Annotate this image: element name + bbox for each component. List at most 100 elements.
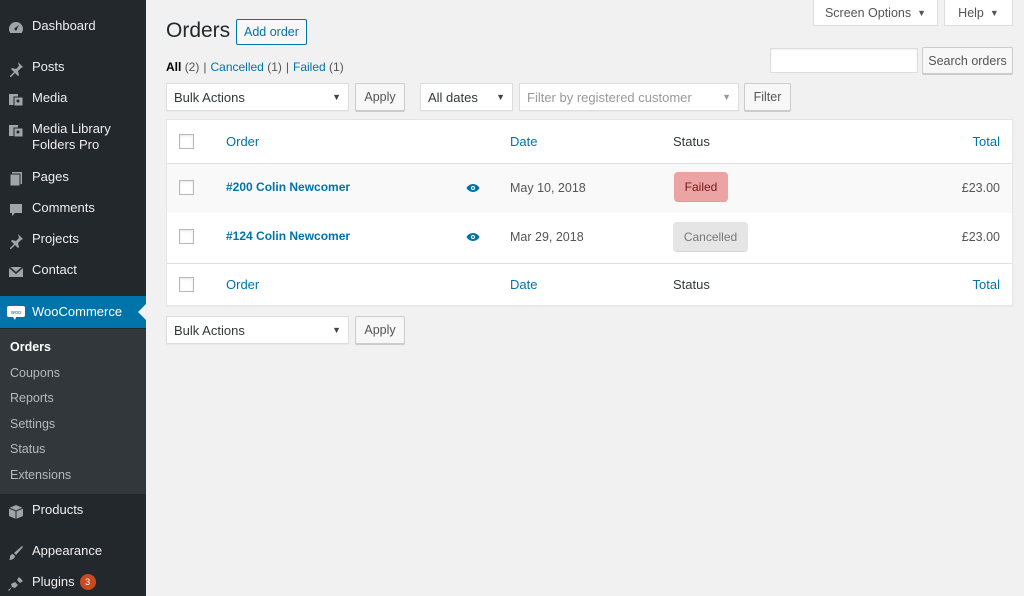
order-total: £23.00 — [961, 181, 1000, 195]
submenu-item-orders[interactable]: Orders — [10, 340, 51, 354]
view-all[interactable]: All (2) — [166, 60, 199, 74]
media-icon — [7, 91, 25, 109]
sidebar-item-pages[interactable]: Pages — [0, 169, 146, 188]
submenu-item-extensions[interactable]: Extensions — [10, 468, 71, 482]
admin-sidebar: Dashboard Posts Media Media Library Fold… — [0, 0, 146, 596]
caret-down-icon: ▼ — [722, 92, 731, 102]
apply-button[interactable]: Apply — [355, 83, 405, 111]
row-checkbox[interactable] — [179, 180, 194, 195]
table-footer: Order Date Status Total — [167, 263, 1012, 305]
status-views: All (2) | Cancelled (1) | Failed (1) — [166, 60, 344, 74]
sidebar-item-label: WooCommerce — [32, 304, 123, 319]
select-value: All dates — [428, 89, 478, 105]
sidebar-item-label: Media — [32, 90, 68, 105]
sidebar-item-label: Contact — [32, 262, 77, 277]
column-total[interactable]: Total — [973, 277, 1000, 292]
preview-eye-icon[interactable] — [466, 232, 480, 242]
column-total[interactable]: Total — [973, 134, 1000, 149]
apply-button-bottom[interactable]: Apply — [355, 316, 405, 344]
view-failed[interactable]: Failed (1) — [293, 60, 344, 74]
bulk-actions-select-bottom[interactable]: Bulk Actions ▼ — [166, 316, 349, 344]
update-count-badge: 3 — [79, 574, 96, 590]
sidebar-item-label: Dashboard — [32, 18, 96, 33]
select-all-checkbox[interactable] — [179, 134, 194, 149]
comments-icon — [7, 201, 25, 219]
caret-down-icon: ▼ — [332, 325, 341, 335]
order-link[interactable]: #200 Colin Newcomer — [226, 180, 350, 194]
caret-down-icon: ▼ — [496, 92, 505, 102]
order-date: Mar 29, 2018 — [510, 230, 584, 244]
brush-icon — [7, 544, 25, 562]
plugin-icon — [7, 575, 25, 593]
pin-icon — [7, 232, 25, 250]
sidebar-item-label: Appearance — [32, 543, 103, 558]
view-separator: | — [203, 60, 207, 74]
status-badge: Cancelled — [673, 222, 748, 252]
svg-text:woo: woo — [11, 310, 21, 316]
sidebar-item-projects[interactable]: Projects — [0, 231, 146, 250]
select-all-checkbox[interactable] — [179, 277, 194, 292]
search-orders-button[interactable]: Search orders — [922, 47, 1013, 74]
sidebar-item-label: Posts — [32, 59, 65, 74]
help-button[interactable]: Help ▼ — [944, 0, 1013, 26]
select-value: Bulk Actions — [174, 89, 245, 105]
order-date: May 10, 2018 — [510, 181, 586, 195]
select-placeholder: Filter by registered customer — [527, 89, 692, 105]
submenu-item-settings[interactable]: Settings — [10, 417, 55, 431]
submenu-item-status[interactable]: Status — [10, 442, 45, 456]
help-label: Help — [958, 5, 984, 20]
caret-down-icon: ▼ — [332, 92, 341, 102]
column-date[interactable]: Date — [510, 134, 537, 149]
sidebar-item-label: Projects — [32, 231, 79, 246]
preview-eye-icon[interactable] — [466, 183, 480, 193]
table-header: Order Date Status Total — [167, 120, 1012, 164]
page-title: Orders — [166, 19, 231, 42]
sidebar-item-media-library-folders-pro[interactable]: Media Library Folders Pro — [0, 121, 146, 153]
bulk-actions-select[interactable]: Bulk Actions ▼ — [166, 83, 349, 111]
search-input[interactable] — [770, 48, 918, 73]
sidebar-item-posts[interactable]: Posts — [0, 59, 146, 78]
sidebar-item-label: Comments — [32, 200, 95, 215]
select-value: Bulk Actions — [174, 322, 245, 338]
screen-options-button[interactable]: Screen Options ▼ — [813, 0, 938, 26]
sidebar-item-label: Plugins 3 — [32, 574, 96, 590]
orders-table: Order Date Status Total #200 Colin Newco… — [166, 119, 1013, 306]
column-order[interactable]: Order — [226, 134, 259, 149]
dashboard-icon — [7, 19, 25, 37]
woo-icon: woo — [7, 304, 25, 322]
caret-down-icon: ▼ — [989, 7, 999, 18]
filter-button[interactable]: Filter — [744, 83, 791, 111]
add-order-button[interactable]: Add order — [236, 19, 307, 45]
order-link[interactable]: #124 Colin Newcomer — [226, 229, 350, 243]
table-row[interactable]: #124 Colin Newcomer Mar 29, 2018 Cancell… — [167, 213, 1012, 263]
customer-filter-select[interactable]: Filter by registered customer ▼ — [519, 83, 739, 111]
pin-icon — [7, 60, 25, 78]
sidebar-item-dashboard[interactable]: Dashboard — [0, 18, 146, 37]
column-date[interactable]: Date — [510, 277, 537, 292]
column-status: Status — [673, 277, 710, 292]
sidebar-item-media[interactable]: Media — [0, 90, 146, 109]
submenu-item-reports[interactable]: Reports — [10, 391, 54, 405]
table-row[interactable]: #200 Colin Newcomer May 10, 2018 Failed … — [167, 164, 1012, 213]
sidebar-item-contact[interactable]: Contact — [0, 262, 146, 281]
column-status: Status — [673, 134, 710, 149]
sidebar-item-appearance[interactable]: Appearance — [0, 543, 146, 562]
pages-icon — [7, 170, 25, 188]
view-separator: | — [285, 60, 289, 74]
sidebar-item-label: Media Library Folders Pro — [32, 121, 111, 152]
dates-select[interactable]: All dates ▼ — [420, 83, 513, 111]
envelope-icon — [7, 263, 25, 281]
sidebar-item-plugins[interactable]: Plugins 3 — [0, 574, 146, 593]
view-cancelled[interactable]: Cancelled (1) — [210, 60, 281, 74]
media-icon — [7, 122, 25, 140]
row-checkbox[interactable] — [179, 229, 194, 244]
sidebar-item-comments[interactable]: Comments — [0, 200, 146, 219]
column-order[interactable]: Order — [226, 277, 259, 292]
sidebar-item-woocommerce[interactable]: woo WooCommerce — [0, 296, 146, 328]
order-total: £23.00 — [961, 230, 1000, 244]
screen-options-label: Screen Options — [824, 5, 912, 20]
sidebar-item-label: Pages — [32, 169, 69, 184]
submenu-item-coupons[interactable]: Coupons — [10, 366, 60, 380]
sidebar-item-products[interactable]: Products — [0, 502, 146, 521]
caret-down-icon: ▼ — [917, 7, 927, 18]
